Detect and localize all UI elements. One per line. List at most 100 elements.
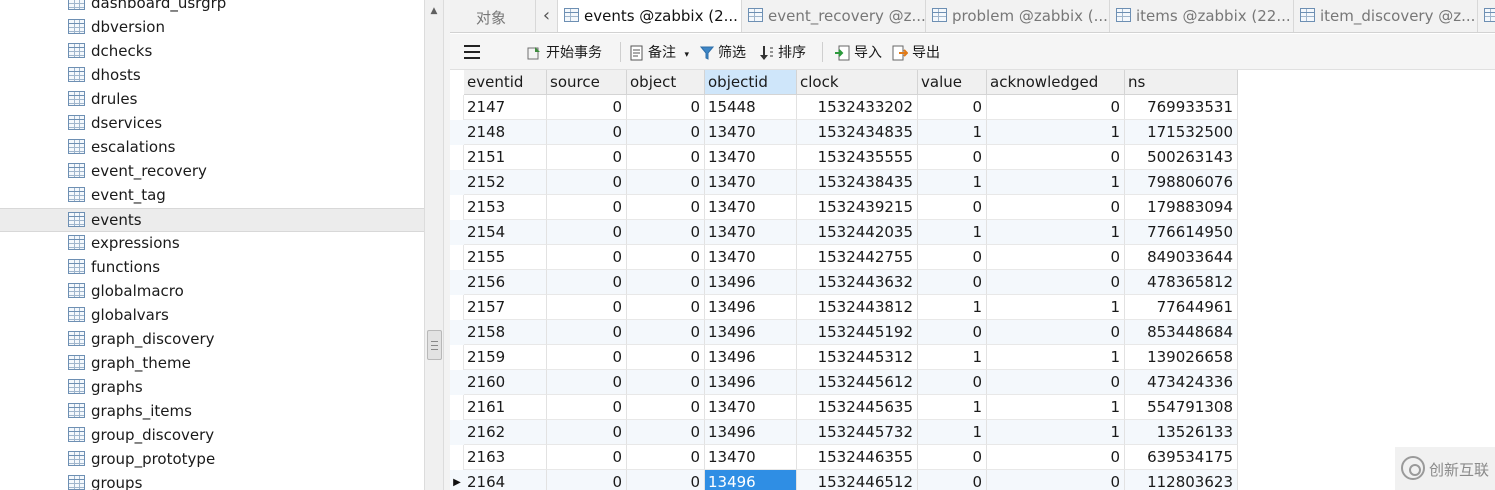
cell-clock[interactable]: 1532439215 xyxy=(797,195,918,220)
cell-acknowledged[interactable]: 1 xyxy=(987,395,1125,420)
cell-value[interactable]: 1 xyxy=(918,220,987,245)
cell-value[interactable]: 0 xyxy=(918,195,987,220)
sidebar-item-graph-theme[interactable]: graph_theme xyxy=(0,352,424,376)
cell-source[interactable]: 0 xyxy=(547,420,627,445)
cell-eventid[interactable]: 2158 xyxy=(464,320,547,345)
cell-acknowledged[interactable]: 0 xyxy=(987,145,1125,170)
cell-ns[interactable]: 112803623 xyxy=(1125,470,1238,490)
table-row[interactable]: 2161 0 0 13470 1532445635 1 1 554791308 xyxy=(450,395,1238,420)
sidebar-item-escalations[interactable]: escalations xyxy=(0,136,424,160)
cell-ns[interactable]: 13526133 xyxy=(1125,420,1238,445)
sidebar-item-globalmacro[interactable]: globalmacro xyxy=(0,280,424,304)
sidebar-item-group-discovery[interactable]: group_discovery xyxy=(0,424,424,448)
sidebar-item-drules[interactable]: drules xyxy=(0,88,424,112)
cell-eventid[interactable]: 2151 xyxy=(464,145,547,170)
sidebar-item-event-recovery[interactable]: event_recovery xyxy=(0,160,424,184)
sidebar-item-group-prototype[interactable]: group_prototype xyxy=(0,448,424,472)
cell-source[interactable]: 0 xyxy=(547,145,627,170)
cell-objectid[interactable]: 13470 xyxy=(705,220,797,245)
cell-source[interactable]: 0 xyxy=(547,370,627,395)
cell-objectid[interactable]: 13470 xyxy=(705,395,797,420)
table-row[interactable]: 2154 0 0 13470 1532442035 1 1 776614950 xyxy=(450,220,1238,245)
table-row[interactable]: 2160 0 0 13496 1532445612 0 0 473424336 xyxy=(450,370,1238,395)
cell-source[interactable]: 0 xyxy=(547,245,627,270)
cell-ns[interactable]: 769933531 xyxy=(1125,95,1238,120)
sidebar-item-dashboard-usrgrp[interactable]: dashboard_usrgrp xyxy=(0,0,424,16)
column-header-clock[interactable]: clock xyxy=(797,70,918,95)
cell-object[interactable]: 0 xyxy=(627,145,705,170)
cell-acknowledged[interactable]: 1 xyxy=(987,170,1125,195)
tab-problem[interactable]: problem @zabbix (... xyxy=(926,0,1110,32)
cell-value[interactable]: 1 xyxy=(918,295,987,320)
cell-clock[interactable]: 1532434835 xyxy=(797,120,918,145)
cell-ns[interactable]: 776614950 xyxy=(1125,220,1238,245)
cell-objectid[interactable]: 13496 xyxy=(705,345,797,370)
cell-clock[interactable]: 1532442035 xyxy=(797,220,918,245)
sidebar-item-dhosts[interactable]: dhosts xyxy=(0,64,424,88)
cell-source[interactable]: 0 xyxy=(547,470,627,490)
sidebar-item-event-tag[interactable]: event_tag xyxy=(0,184,424,208)
cell-source[interactable]: 0 xyxy=(547,445,627,470)
cell-clock[interactable]: 1532443812 xyxy=(797,295,918,320)
cell-value[interactable]: 0 xyxy=(918,95,987,120)
table-row[interactable]: 2153 0 0 13470 1532439215 0 0 179883094 xyxy=(450,195,1238,220)
cell-acknowledged[interactable]: 0 xyxy=(987,195,1125,220)
cell-acknowledged[interactable]: 0 xyxy=(987,270,1125,295)
cell-eventid[interactable]: 2147 xyxy=(464,95,547,120)
cell-clock[interactable]: 1532446512 xyxy=(797,470,918,490)
cell-value[interactable]: 0 xyxy=(918,445,987,470)
table-row[interactable]: 2158 0 0 13496 1532445192 0 0 853448684 xyxy=(450,320,1238,345)
cell-clock[interactable]: 1532443632 xyxy=(797,270,918,295)
cell-object[interactable]: 0 xyxy=(627,320,705,345)
cell-source[interactable]: 0 xyxy=(547,220,627,245)
cell-value[interactable]: 0 xyxy=(918,145,987,170)
cell-objectid[interactable]: 13496 xyxy=(705,320,797,345)
cell-value[interactable]: 1 xyxy=(918,395,987,420)
sidebar-item-dservices[interactable]: dservices xyxy=(0,112,424,136)
cell-source[interactable]: 0 xyxy=(547,120,627,145)
tab-items[interactable]: items @zabbix (22... xyxy=(1110,0,1294,32)
cell-value[interactable]: 0 xyxy=(918,470,987,490)
cell-object[interactable]: 0 xyxy=(627,270,705,295)
sort-button[interactable]: 排序 xyxy=(760,42,806,62)
cell-source[interactable]: 0 xyxy=(547,195,627,220)
cell-objectid[interactable]: 13496 xyxy=(705,270,797,295)
sidebar-item-events[interactable]: events xyxy=(0,208,424,232)
cell-value[interactable]: 1 xyxy=(918,420,987,445)
sidebar-item-graphs-items[interactable]: graphs_items xyxy=(0,400,424,424)
cell-acknowledged[interactable]: 1 xyxy=(987,420,1125,445)
cell-acknowledged[interactable]: 0 xyxy=(987,370,1125,395)
cell-ns[interactable]: 500263143 xyxy=(1125,145,1238,170)
sidebar-item-globalvars[interactable]: globalvars xyxy=(0,304,424,328)
cell-acknowledged[interactable]: 1 xyxy=(987,295,1125,320)
column-header-objectid[interactable]: objectid xyxy=(705,70,797,95)
cell-source[interactable]: 0 xyxy=(547,320,627,345)
cell-ns[interactable]: 179883094 xyxy=(1125,195,1238,220)
cell-object[interactable]: 0 xyxy=(627,295,705,320)
cell-object[interactable]: 0 xyxy=(627,370,705,395)
tab-events[interactable]: events @zabbix (2... xyxy=(558,0,742,32)
export-button[interactable]: 导出 xyxy=(892,42,940,62)
cell-value[interactable]: 1 xyxy=(918,345,987,370)
cell-objectid[interactable]: 13470 xyxy=(705,145,797,170)
cell-value[interactable]: 0 xyxy=(918,320,987,345)
table-row[interactable]: ▶ 2164 0 0 13496 1532446512 0 0 112803623 xyxy=(450,470,1238,490)
cell-ns[interactable]: 798806076 xyxy=(1125,170,1238,195)
cell-clock[interactable]: 1532446355 xyxy=(797,445,918,470)
table-row[interactable]: 2156 0 0 13496 1532443632 0 0 478365812 xyxy=(450,270,1238,295)
cell-clock[interactable]: 1532438435 xyxy=(797,170,918,195)
cell-ns[interactable]: 639534175 xyxy=(1125,445,1238,470)
cell-eventid[interactable]: 2157 xyxy=(464,295,547,320)
cell-objectid[interactable]: 13496 xyxy=(705,420,797,445)
sidebar-item-dbversion[interactable]: dbversion xyxy=(0,16,424,40)
cell-eventid[interactable]: 2148 xyxy=(464,120,547,145)
cell-eventid[interactable]: 2159 xyxy=(464,345,547,370)
table-row[interactable]: 2152 0 0 13470 1532438435 1 1 798806076 xyxy=(450,170,1238,195)
table-row[interactable]: 2157 0 0 13496 1532443812 1 1 77644961 xyxy=(450,295,1238,320)
cell-eventid[interactable]: 2154 xyxy=(464,220,547,245)
cell-ns[interactable]: 853448684 xyxy=(1125,320,1238,345)
tab-scroll-left-icon[interactable]: ‹ xyxy=(536,0,558,32)
scroll-up-arrow-icon[interactable]: ▲ xyxy=(425,4,443,18)
sidebar-item-expressions[interactable]: expressions xyxy=(0,232,424,256)
tab-event-recovery[interactable]: event_recovery @z... xyxy=(742,0,926,32)
